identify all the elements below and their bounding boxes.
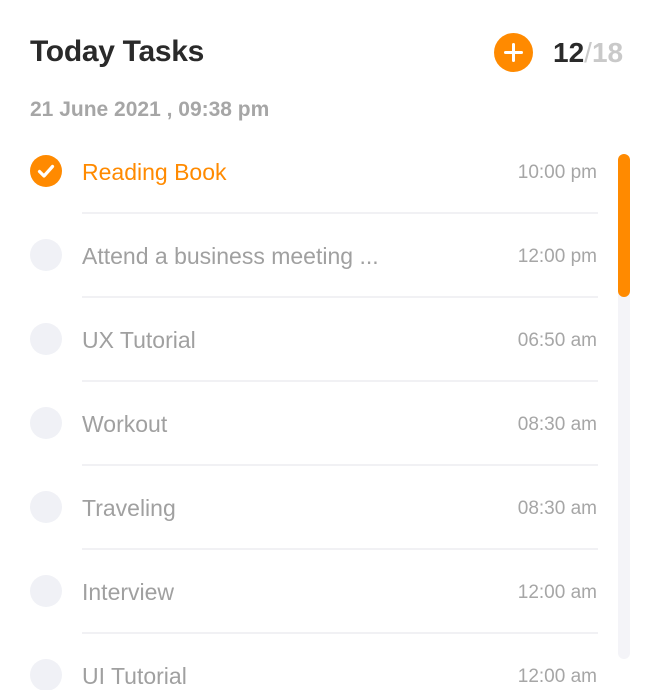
task-time: 06:50 am — [517, 330, 597, 351]
check-icon — [37, 164, 55, 178]
task-label: UI Tutorial — [82, 663, 187, 689]
task-row[interactable]: Workout 08:30 am — [0, 382, 612, 466]
task-time: 12:00 am — [517, 582, 597, 603]
task-row[interactable]: Interview 12:00 am — [0, 550, 612, 634]
total-count: 18 — [591, 37, 624, 68]
task-checkbox[interactable] — [30, 575, 62, 607]
task-label: Attend a business meeting ... — [82, 243, 379, 269]
completed-count: 12 — [553, 37, 585, 68]
counter-separator: / — [584, 37, 592, 68]
task-checkbox[interactable] — [30, 659, 62, 690]
task-row[interactable]: Traveling 08:30 am — [0, 466, 612, 550]
task-row[interactable]: UX Tutorial 06:50 am — [0, 298, 612, 382]
task-label: Workout — [82, 411, 168, 437]
task-row[interactable]: Attend a business meeting ... 12:00 pm — [0, 214, 612, 298]
task-checkbox-checked[interactable] — [30, 155, 62, 187]
task-checkbox[interactable] — [30, 323, 62, 355]
add-task-button[interactable] — [494, 33, 533, 72]
task-counter: 12/18 — [553, 34, 623, 72]
task-label: Interview — [82, 579, 175, 605]
task-time: 08:30 am — [517, 498, 597, 519]
task-row[interactable]: Reading Book 10:00 pm — [0, 130, 612, 214]
task-checkbox[interactable] — [30, 239, 62, 271]
scrollbar-track[interactable] — [618, 154, 630, 659]
plus-icon — [504, 43, 523, 62]
task-time: 08:30 am — [517, 414, 597, 435]
task-label: Reading Book — [82, 159, 227, 185]
scrollbar-thumb[interactable] — [618, 154, 630, 297]
task-label: UX Tutorial — [82, 327, 196, 353]
task-checkbox[interactable] — [30, 491, 62, 523]
task-checkbox[interactable] — [30, 407, 62, 439]
current-datetime: 21 June 2021 , 09:38 pm — [30, 98, 270, 121]
task-time: 12:00 am — [517, 666, 597, 687]
task-label: Traveling — [82, 495, 176, 521]
task-row[interactable]: UI Tutorial 12:00 am — [0, 634, 612, 690]
task-time: 12:00 pm — [517, 246, 597, 267]
page-title: Today Tasks — [30, 35, 204, 68]
today-tasks-panel: Today Tasks 12/18 21 June 2021 , 09:38 p… — [0, 0, 660, 690]
task-time: 10:00 pm — [517, 162, 597, 183]
